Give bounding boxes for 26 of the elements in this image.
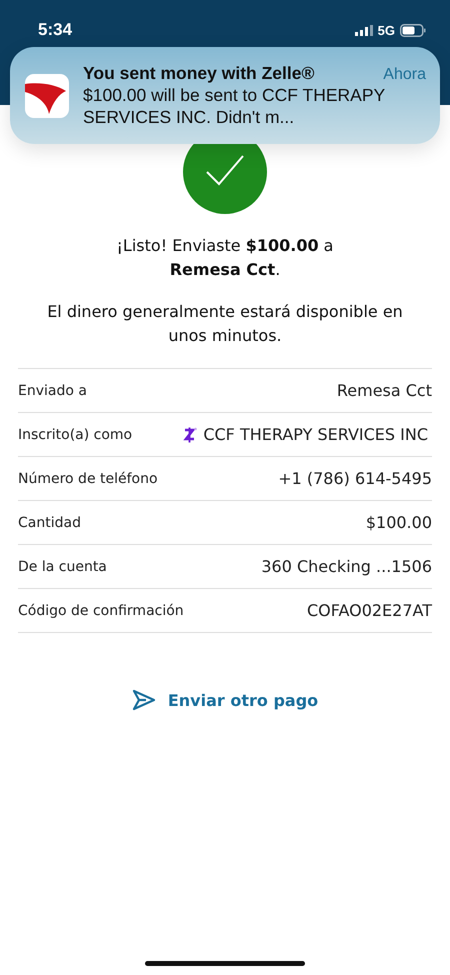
detail-label: Inscrito(a) como — [18, 426, 132, 442]
notification-title: You sent money with Zelle® — [83, 63, 314, 84]
detail-label: Cantidad — [18, 514, 81, 530]
app-icon — [25, 74, 69, 118]
detail-label: Enviado a — [18, 382, 87, 398]
network-label: 5G — [378, 22, 395, 38]
battery-icon — [400, 24, 426, 36]
notification-time: Ahora — [383, 66, 426, 84]
detail-value: Remesa Cct — [336, 381, 432, 400]
detail-label: Código de confirmación — [18, 602, 184, 618]
detail-value: +1 (786) 614-5495 — [278, 469, 432, 488]
detail-value: $100.00 — [366, 513, 432, 532]
send-icon — [132, 689, 156, 711]
zelle-icon — [183, 426, 198, 442]
detail-label: Número de teléfono — [18, 470, 158, 486]
status-time: 5:34 — [38, 20, 72, 40]
detail-value: CCF THERAPY SERVICES INC — [203, 425, 428, 444]
confirmation-message: ¡Listo! Enviaste $100.00 a Remesa Cct. — [116, 235, 334, 281]
availability-note: El dinero generalmente estará disponible en unos minutos. — [46, 301, 404, 347]
send-another-payment-link[interactable]: Enviar otro pago — [128, 685, 322, 715]
notification-banner[interactable]: You sent money with Zelle® Ahora $100.00 will be sent to CCF THERAPY SERVICES INC. Didn't m... — [10, 47, 440, 144]
detail-value: 360 Checking ...1506 — [261, 557, 432, 576]
notification-message: $100.00 will be sent to CCF THERAPY SERVICES INC. Didn't m... — [83, 84, 386, 128]
signal-icon — [354, 24, 373, 36]
detail-label: De la cuenta — [18, 558, 107, 574]
detail-value: COFAO02E27AT — [306, 601, 432, 620]
